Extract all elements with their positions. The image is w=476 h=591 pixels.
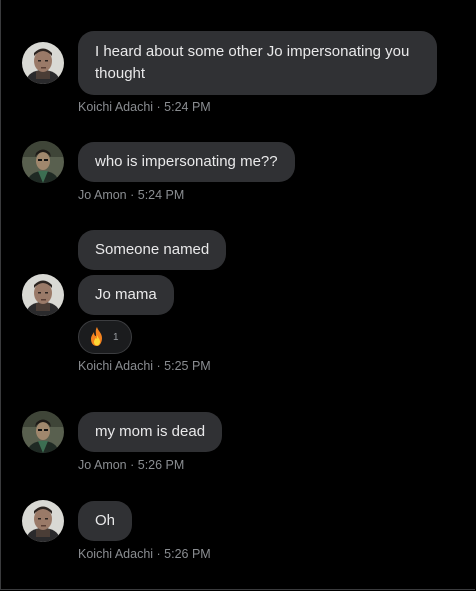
koichi-avatar-icon (22, 274, 64, 316)
message-meta: Koichi Adachi · 5:25 PM (78, 359, 211, 373)
jo-avatar-icon (22, 411, 64, 453)
message-meta: Koichi Adachi · 5:26 PM (78, 547, 211, 561)
avatar-koichi-adachi[interactable] (22, 274, 64, 316)
message-meta: Koichi Adachi · 5:24 PM (78, 100, 211, 114)
message-group-koichi-3: Oh Koichi Adachi · 5:26 PM (22, 500, 476, 561)
jo-avatar-icon (22, 141, 64, 183)
message-group-jo-1: who is impersonating me?? Jo Amon · 5:24… (22, 141, 476, 202)
message-meta: Jo Amon · 5:26 PM (78, 458, 185, 472)
koichi-avatar-icon (22, 42, 64, 84)
message-bubble[interactable]: who is impersonating me?? (78, 142, 295, 182)
reaction-chip[interactable]: 1 (78, 320, 132, 354)
koichi-avatar-icon (22, 500, 64, 542)
message-group-koichi-2: Someone named Jo mama 1 Koichi Adachi · … (22, 230, 476, 373)
reaction-count: 1 (113, 331, 119, 343)
message-group-koichi-1: I heard about some other Jo impersonatin… (22, 31, 476, 114)
message-bubble[interactable]: Someone named (78, 230, 227, 270)
avatar-jo-amon[interactable] (22, 141, 64, 183)
fire-icon (91, 327, 102, 346)
message-bubble[interactable]: my mom is dead (78, 412, 223, 452)
message-meta: Jo Amon · 5:24 PM (78, 188, 185, 202)
avatar-jo-amon[interactable] (22, 411, 64, 453)
avatar-koichi-adachi[interactable] (22, 500, 64, 542)
message-bubble[interactable]: Oh (78, 501, 133, 541)
message-group-jo-2: my mom is dead Jo Amon · 5:26 PM (22, 411, 476, 472)
avatar-koichi-adachi[interactable] (22, 42, 64, 84)
message-bubble[interactable]: Jo mama (78, 275, 174, 315)
message-bubble[interactable]: I heard about some other Jo impersonatin… (78, 31, 437, 95)
